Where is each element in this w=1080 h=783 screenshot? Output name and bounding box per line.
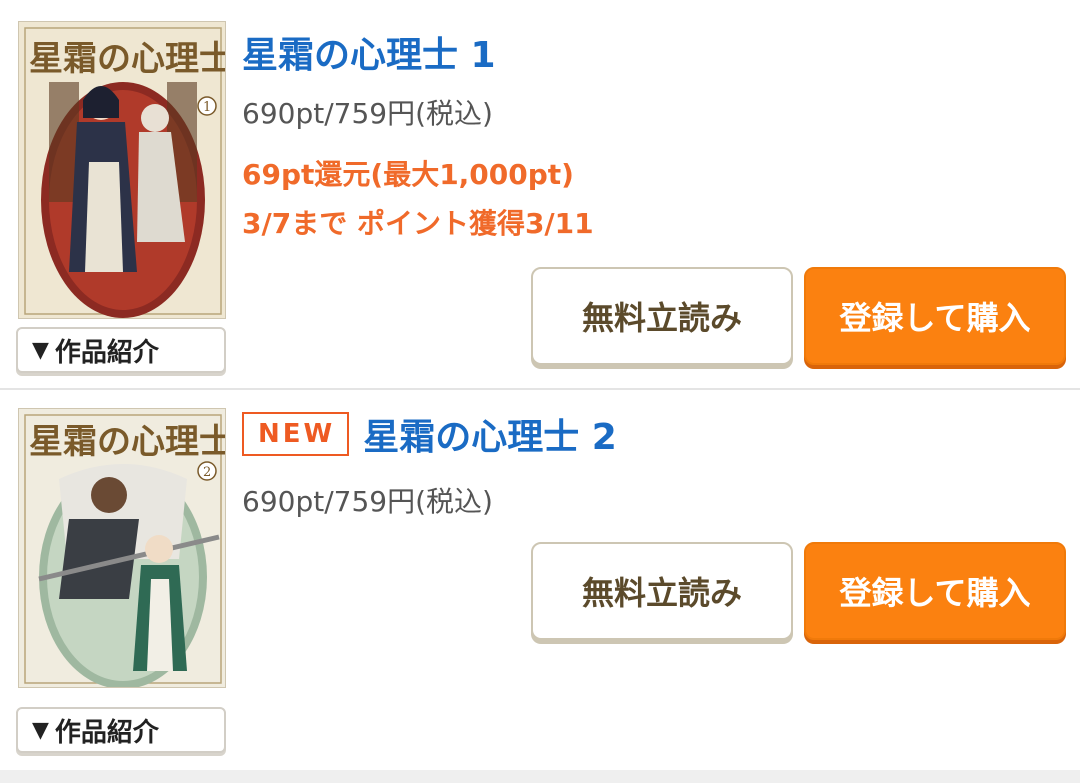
triangle-down-icon: ▼ bbox=[32, 337, 49, 363]
register-and-buy-button[interactable]: 登録して購入 bbox=[804, 542, 1066, 640]
free-preview-button[interactable]: 無料立読み bbox=[531, 542, 793, 640]
product-item: 星霜の心理士 2 ▼ 作品紹介 NEW 星霜の心理士 2 690pt/759円(… bbox=[0, 390, 1080, 770]
price-text: 690pt/759円(税込) bbox=[242, 485, 493, 518]
triangle-down-icon: ▼ bbox=[32, 717, 49, 743]
book-cover-image[interactable]: 星霜の心理士 2 bbox=[18, 408, 226, 688]
work-intro-toggle[interactable]: ▼ 作品紹介 bbox=[16, 707, 226, 753]
register-and-buy-button[interactable]: 登録して購入 bbox=[804, 267, 1066, 365]
product-title-link[interactable]: 星霜の心理士 1 bbox=[242, 26, 496, 78]
list-bottom-spacer bbox=[0, 770, 1080, 783]
work-intro-label: 作品紹介 bbox=[54, 337, 159, 368]
product-item: 星霜の心理士 1 ▼ 作品紹介 星霜の心理士 1 690pt/759円(税込) … bbox=[0, 0, 1080, 388]
new-badge: NEW bbox=[242, 412, 350, 456]
work-intro-label: 作品紹介 bbox=[54, 717, 159, 748]
price-text: 690pt/759円(税込) bbox=[242, 97, 493, 130]
product-title-link[interactable]: 星霜の心理士 2 bbox=[363, 408, 617, 460]
book-cover-image[interactable]: 星霜の心理士 1 bbox=[18, 21, 226, 319]
point-return-text: 69pt還元(最大1,000pt) bbox=[242, 158, 574, 191]
campaign-period-text: 3/7まで ポイント獲得3/11 bbox=[242, 207, 594, 240]
cover-volume-text: 2 bbox=[203, 465, 211, 480]
cover-title-text: 星霜の心理士 bbox=[29, 39, 226, 79]
cover-volume-text: 1 bbox=[203, 100, 211, 115]
title-row: NEW 星霜の心理士 2 bbox=[242, 408, 617, 460]
work-intro-toggle[interactable]: ▼ 作品紹介 bbox=[16, 327, 226, 373]
title-row: 星霜の心理士 1 bbox=[242, 26, 496, 78]
cover-title-text: 星霜の心理士 bbox=[29, 422, 226, 462]
free-preview-button[interactable]: 無料立読み bbox=[531, 267, 793, 365]
